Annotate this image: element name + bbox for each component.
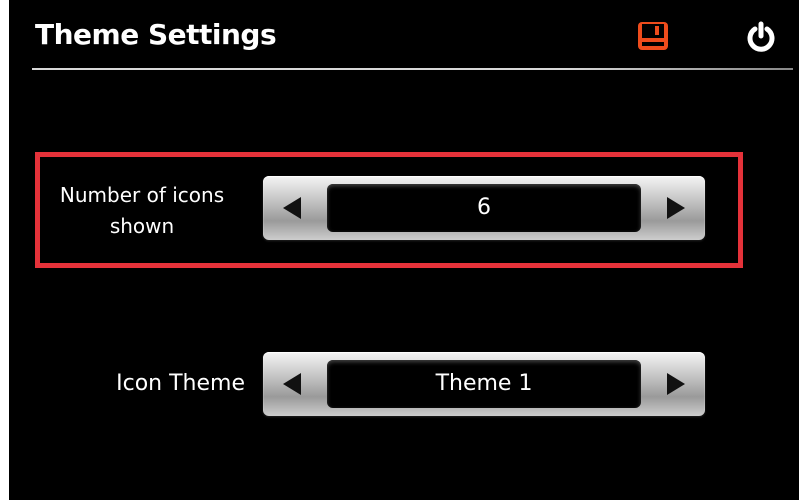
theme-settings-screen: Theme Settings Number of icons shown 6 I… bbox=[9, 0, 799, 500]
number-of-icons-value: 6 bbox=[327, 184, 641, 232]
arrow-left-icon bbox=[283, 197, 301, 219]
decrease-icons-button[interactable] bbox=[269, 176, 317, 240]
icon-theme-label: Icon Theme bbox=[116, 371, 245, 396]
number-of-icons-spinner[interactable]: 6 bbox=[263, 176, 705, 240]
arrow-left-icon bbox=[283, 373, 301, 395]
next-theme-button[interactable] bbox=[651, 352, 699, 416]
number-of-icons-label: Number of icons shown bbox=[59, 183, 225, 238]
header-divider bbox=[32, 68, 793, 70]
icon-theme-value: Theme 1 bbox=[327, 360, 641, 408]
page-title: Theme Settings bbox=[35, 18, 277, 51]
power-icon bbox=[747, 21, 775, 52]
save-icon bbox=[638, 22, 668, 50]
increase-icons-button[interactable] bbox=[651, 176, 699, 240]
arrow-right-icon bbox=[667, 373, 685, 395]
header-bar: Theme Settings bbox=[9, 0, 799, 70]
previous-theme-button[interactable] bbox=[269, 352, 317, 416]
icon-theme-spinner[interactable]: Theme 1 bbox=[263, 352, 705, 416]
arrow-right-icon bbox=[667, 197, 685, 219]
save-button[interactable] bbox=[638, 22, 668, 50]
power-button[interactable] bbox=[745, 21, 777, 53]
